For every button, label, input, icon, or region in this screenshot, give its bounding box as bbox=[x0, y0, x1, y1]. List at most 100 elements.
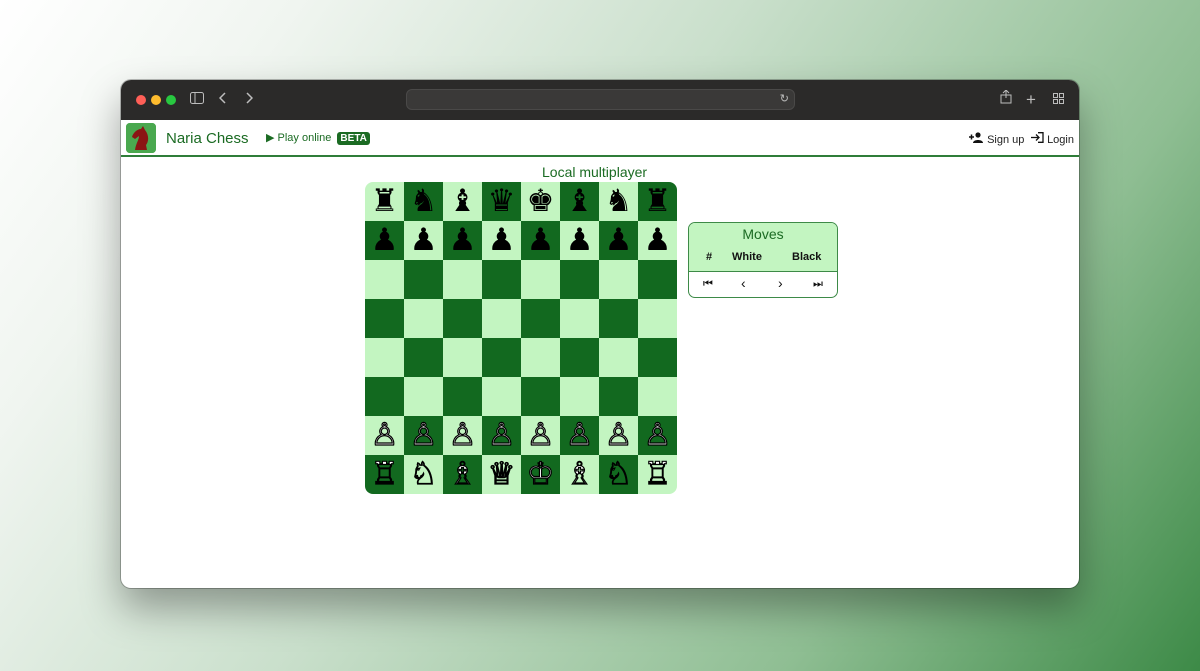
white-piece-icon[interactable]: ♘ bbox=[604, 458, 633, 490]
square-a8[interactable]: ♜ bbox=[365, 182, 404, 221]
site-brand[interactable]: Naria Chess bbox=[166, 130, 249, 147]
black-piece-icon[interactable]: ♝ bbox=[566, 186, 594, 217]
square-f5[interactable] bbox=[560, 299, 599, 338]
square-d5[interactable] bbox=[482, 299, 521, 338]
signup-link[interactable]: Sign up bbox=[969, 132, 1024, 146]
square-c4[interactable] bbox=[443, 338, 482, 377]
chess-board[interactable]: ♜ ♞ ♝ ♛ ♚ ♝ ♞ ♜ ♟ ♟ ♟ ♟ ♟ ♟ ♟ ♟ ♙ ♙ ♙ ♙ ♙ ♙ ♙ ♙ ♖ ♘ ♗ ♕ ♔ ♗ ♘ ♖ bbox=[365, 182, 677, 494]
square-g7[interactable]: ♟ bbox=[599, 221, 638, 260]
square-h6[interactable] bbox=[638, 260, 677, 299]
square-b5[interactable] bbox=[404, 299, 443, 338]
square-h4[interactable] bbox=[638, 338, 677, 377]
white-piece-icon[interactable]: ♗ bbox=[448, 458, 477, 490]
maximize-window-button[interactable] bbox=[166, 95, 176, 105]
square-g1[interactable]: ♘ bbox=[599, 455, 638, 494]
square-d4[interactable] bbox=[482, 338, 521, 377]
square-a6[interactable] bbox=[365, 260, 404, 299]
sidebar-toggle-icon[interactable] bbox=[190, 90, 204, 110]
login-link[interactable]: Login bbox=[1031, 132, 1074, 146]
square-h1[interactable]: ♖ bbox=[638, 455, 677, 494]
square-c8[interactable]: ♝ bbox=[443, 182, 482, 221]
black-piece-icon[interactable]: ♜ bbox=[644, 186, 672, 217]
square-e1[interactable]: ♔ bbox=[521, 455, 560, 494]
square-g5[interactable] bbox=[599, 299, 638, 338]
white-piece-icon[interactable]: ♙ bbox=[370, 419, 399, 451]
square-e8[interactable]: ♚ bbox=[521, 182, 560, 221]
square-c1[interactable]: ♗ bbox=[443, 455, 482, 494]
white-piece-icon[interactable]: ♙ bbox=[487, 419, 516, 451]
square-e5[interactable] bbox=[521, 299, 560, 338]
black-piece-icon[interactable]: ♞ bbox=[605, 186, 633, 217]
knight-logo-icon[interactable] bbox=[126, 123, 156, 153]
black-piece-icon[interactable]: ♟ bbox=[449, 225, 477, 256]
white-piece-icon[interactable]: ♙ bbox=[565, 419, 594, 451]
square-d6[interactable] bbox=[482, 260, 521, 299]
square-d3[interactable] bbox=[482, 377, 521, 416]
square-d8[interactable]: ♛ bbox=[482, 182, 521, 221]
square-e3[interactable] bbox=[521, 377, 560, 416]
black-piece-icon[interactable]: ♜ bbox=[371, 186, 399, 217]
square-f6[interactable] bbox=[560, 260, 599, 299]
square-a2[interactable]: ♙ bbox=[365, 416, 404, 455]
white-piece-icon[interactable]: ♖ bbox=[370, 458, 399, 490]
back-icon[interactable] bbox=[218, 90, 227, 110]
square-b3[interactable] bbox=[404, 377, 443, 416]
square-g6[interactable] bbox=[599, 260, 638, 299]
square-a1[interactable]: ♖ bbox=[365, 455, 404, 494]
square-f3[interactable] bbox=[560, 377, 599, 416]
square-c7[interactable]: ♟ bbox=[443, 221, 482, 260]
square-a7[interactable]: ♟ bbox=[365, 221, 404, 260]
square-g8[interactable]: ♞ bbox=[599, 182, 638, 221]
white-piece-icon[interactable]: ♙ bbox=[409, 419, 438, 451]
square-h7[interactable]: ♟ bbox=[638, 221, 677, 260]
square-e2[interactable]: ♙ bbox=[521, 416, 560, 455]
square-f2[interactable]: ♙ bbox=[560, 416, 599, 455]
white-piece-icon[interactable]: ♙ bbox=[526, 419, 555, 451]
black-piece-icon[interactable]: ♟ bbox=[371, 225, 399, 256]
square-b2[interactable]: ♙ bbox=[404, 416, 443, 455]
square-f4[interactable] bbox=[560, 338, 599, 377]
square-e6[interactable] bbox=[521, 260, 560, 299]
first-move-button[interactable]: ⏮ bbox=[703, 278, 713, 291]
forward-icon[interactable] bbox=[245, 90, 254, 110]
black-piece-icon[interactable]: ♟ bbox=[527, 225, 555, 256]
minimize-window-button[interactable] bbox=[151, 95, 161, 105]
black-piece-icon[interactable]: ♛ bbox=[488, 186, 516, 217]
share-icon[interactable] bbox=[1000, 89, 1012, 110]
reload-icon[interactable]: ↻ bbox=[780, 92, 789, 105]
square-e4[interactable] bbox=[521, 338, 560, 377]
black-piece-icon[interactable]: ♟ bbox=[410, 225, 438, 256]
square-g2[interactable]: ♙ bbox=[599, 416, 638, 455]
square-c3[interactable] bbox=[443, 377, 482, 416]
square-d7[interactable]: ♟ bbox=[482, 221, 521, 260]
square-c6[interactable] bbox=[443, 260, 482, 299]
white-piece-icon[interactable]: ♙ bbox=[448, 419, 477, 451]
tab-overview-icon[interactable] bbox=[1053, 90, 1064, 110]
white-piece-icon[interactable]: ♘ bbox=[409, 458, 438, 490]
white-piece-icon[interactable]: ♕ bbox=[487, 458, 516, 490]
square-c5[interactable] bbox=[443, 299, 482, 338]
square-a5[interactable] bbox=[365, 299, 404, 338]
square-b7[interactable]: ♟ bbox=[404, 221, 443, 260]
white-piece-icon[interactable]: ♙ bbox=[643, 419, 672, 451]
black-piece-icon[interactable]: ♟ bbox=[644, 225, 672, 256]
square-g4[interactable] bbox=[599, 338, 638, 377]
white-piece-icon[interactable]: ♗ bbox=[565, 458, 594, 490]
square-e7[interactable]: ♟ bbox=[521, 221, 560, 260]
black-piece-icon[interactable]: ♟ bbox=[566, 225, 594, 256]
white-piece-icon[interactable]: ♙ bbox=[604, 419, 633, 451]
square-d2[interactable]: ♙ bbox=[482, 416, 521, 455]
black-piece-icon[interactable]: ♟ bbox=[488, 225, 516, 256]
square-a3[interactable] bbox=[365, 377, 404, 416]
square-b1[interactable]: ♘ bbox=[404, 455, 443, 494]
next-move-button[interactable]: › bbox=[778, 275, 783, 291]
white-piece-icon[interactable]: ♔ bbox=[526, 458, 555, 490]
square-h5[interactable] bbox=[638, 299, 677, 338]
square-f1[interactable]: ♗ bbox=[560, 455, 599, 494]
play-online-link[interactable]: ▶ Play online BETA bbox=[266, 131, 370, 145]
address-bar[interactable]: ↻ bbox=[406, 89, 795, 110]
black-piece-icon[interactable]: ♞ bbox=[410, 186, 438, 217]
last-move-button[interactable]: ⏭ bbox=[813, 278, 823, 291]
square-b4[interactable] bbox=[404, 338, 443, 377]
square-a4[interactable] bbox=[365, 338, 404, 377]
